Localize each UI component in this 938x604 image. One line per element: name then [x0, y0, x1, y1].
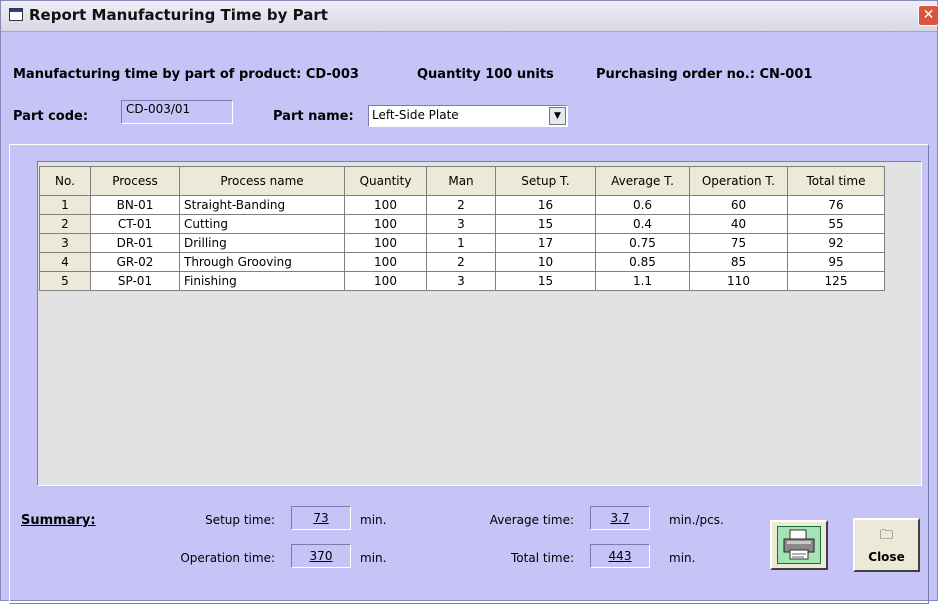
average-time-cell: 0.75: [595, 233, 690, 253]
quantity-cell: 100: [344, 214, 427, 234]
average-time-label: Average time:: [489, 513, 574, 527]
operation-time-label: Operation time:: [180, 551, 275, 565]
quantity-cell: 100: [344, 252, 427, 272]
operation-time-cell: 75: [689, 233, 788, 253]
row-number: 2: [39, 214, 91, 234]
row-number: 1: [39, 195, 91, 215]
process-name: Through Grooving: [179, 252, 345, 272]
summary-title: Summary:: [21, 513, 96, 528]
close-button-label: Close: [868, 550, 905, 564]
average-time-unit: min./pcs.: [669, 513, 724, 527]
average-time-cell: 0.85: [595, 252, 690, 272]
process-grid[interactable]: No. Process Process name Quantity Man Se…: [37, 161, 922, 486]
row-number: 5: [39, 271, 91, 291]
quantity-cell: 100: [344, 271, 427, 291]
folder-icon: 🗀: [879, 528, 893, 543]
close-window-button[interactable]: ✕: [918, 5, 938, 26]
column-header[interactable]: Process: [90, 166, 180, 196]
part-name-label: Part name:: [273, 109, 354, 124]
window-title: Report Manufacturing Time by Part: [29, 6, 328, 24]
setup-time-label: Setup time:: [205, 513, 275, 527]
printer-icon: [777, 526, 821, 564]
title-bar: Report Manufacturing Time by Part ✕: [1, 1, 938, 32]
setup-time-cell: 15: [495, 214, 596, 234]
quantity-cell: 100: [344, 233, 427, 253]
operation-time-unit: min.: [360, 551, 387, 565]
table-row[interactable]: 1 BN-01 Straight-Banding 100 2 16 0.6 60…: [39, 195, 885, 215]
operation-time-field: 370: [291, 544, 351, 568]
total-time-field: 443: [590, 544, 650, 568]
table-row[interactable]: 3 DR-01 Drilling 100 1 17 0.75 75 92: [39, 233, 885, 253]
quantity-cell: 100: [344, 195, 427, 215]
process-code: GR-02: [90, 252, 180, 272]
total-time-cell: 76: [787, 195, 885, 215]
process-code: SP-01: [90, 271, 180, 291]
table-row[interactable]: 2 CT-01 Cutting 100 3 15 0.4 40 55: [39, 214, 885, 234]
print-button[interactable]: [770, 520, 828, 570]
man-cell: 3: [426, 271, 496, 291]
man-cell: 2: [426, 252, 496, 272]
operation-time-cell: 110: [689, 271, 788, 291]
part-name-value: Left-Side Plate: [372, 108, 459, 122]
part-code-field[interactable]: CD-003/01: [121, 100, 233, 124]
report-window: Report Manufacturing Time by Part ✕ Manu…: [0, 0, 938, 604]
total-time-unit: min.: [669, 551, 696, 565]
process-name: Drilling: [179, 233, 345, 253]
column-header[interactable]: Quantity: [344, 166, 427, 196]
operation-time-value: 370: [309, 549, 333, 563]
column-header[interactable]: No.: [39, 166, 91, 196]
total-time-cell: 55: [787, 214, 885, 234]
setup-time-cell: 16: [495, 195, 596, 215]
average-time-value: 3.7: [610, 511, 630, 525]
setup-time-cell: 17: [495, 233, 596, 253]
table-row[interactable]: 5 SP-01 Finishing 100 3 15 1.1 110 125: [39, 271, 885, 291]
average-time-cell: 0.6: [595, 195, 690, 215]
process-code: BN-01: [90, 195, 180, 215]
process-name: Finishing: [179, 271, 345, 291]
close-button[interactable]: 🗀 Close: [853, 518, 920, 572]
operation-time-cell: 60: [689, 195, 788, 215]
average-time-cell: 0.4: [595, 214, 690, 234]
process-code: DR-01: [90, 233, 180, 253]
process-table: No. Process Process name Quantity Man Se…: [39, 166, 885, 291]
average-time-cell: 1.1: [595, 271, 690, 291]
man-cell: 1: [426, 233, 496, 253]
total-time-label: Total time:: [511, 551, 574, 565]
part-code-label: Part code:: [13, 109, 89, 124]
chevron-down-icon[interactable]: ▼: [549, 107, 566, 125]
column-header[interactable]: Total time: [787, 166, 885, 196]
table-row[interactable]: 4 GR-02 Through Grooving 100 2 10 0.85 8…: [39, 252, 885, 272]
column-header[interactable]: Process name: [179, 166, 345, 196]
total-time-cell: 95: [787, 252, 885, 272]
process-name: Cutting: [179, 214, 345, 234]
operation-time-cell: 40: [689, 214, 788, 234]
total-time-cell: 92: [787, 233, 885, 253]
purchasing-order-label: Purchasing order no.: CN-001: [596, 67, 813, 82]
average-time-field: 3.7: [590, 506, 650, 530]
operation-time-cell: 85: [689, 252, 788, 272]
table-header-row: No. Process Process name Quantity Man Se…: [39, 166, 885, 196]
row-number: 4: [39, 252, 91, 272]
setup-time-unit: min.: [360, 513, 387, 527]
total-time-cell: 125: [787, 271, 885, 291]
quantity-label: Quantity 100 units: [417, 67, 554, 82]
window-icon: [9, 8, 23, 21]
setup-time-field: 73: [291, 506, 351, 530]
total-time-value: 443: [608, 549, 632, 563]
man-cell: 2: [426, 195, 496, 215]
part-name-select[interactable]: Left-Side Plate ▼: [368, 105, 568, 127]
process-code: CT-01: [90, 214, 180, 234]
column-header[interactable]: Man: [426, 166, 496, 196]
column-header[interactable]: Setup T.: [495, 166, 596, 196]
setup-time-cell: 15: [495, 271, 596, 291]
column-header[interactable]: Average T.: [595, 166, 690, 196]
column-header[interactable]: Operation T.: [689, 166, 788, 196]
row-number: 3: [39, 233, 91, 253]
setup-time-value: 73: [313, 511, 329, 525]
process-name: Straight-Banding: [179, 195, 345, 215]
man-cell: 3: [426, 214, 496, 234]
product-label: Manufacturing time by part of product: C…: [13, 67, 359, 82]
setup-time-cell: 10: [495, 252, 596, 272]
